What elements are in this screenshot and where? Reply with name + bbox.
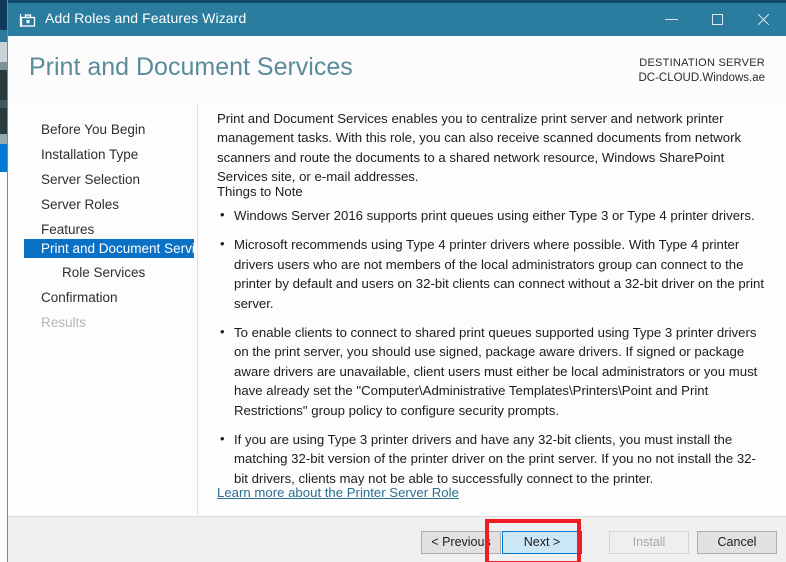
sidebar-item-features[interactable]: Features (24, 220, 194, 239)
learn-more-link[interactable]: Learn more about the Printer Server Role (217, 485, 459, 500)
sidebar-item-confirmation[interactable]: Confirmation (24, 288, 194, 307)
list-item: If you are using Type 3 printer drivers … (217, 429, 769, 488)
wizard-body: Before You Begin Installation Type Serve… (8, 102, 786, 517)
install-button: Install (609, 531, 689, 554)
minimize-button[interactable] (648, 3, 694, 36)
sidebar-item-installation-type[interactable]: Installation Type (24, 145, 194, 164)
previous-button[interactable]: < Previous (421, 531, 501, 554)
next-button[interactable]: Next > (502, 531, 582, 554)
wizard-footer: < Previous Next > Install Cancel (8, 516, 786, 562)
sidebar-item-role-services[interactable]: Role Services (24, 263, 194, 282)
title-bar[interactable]: Add Roles and Features Wizard (8, 3, 786, 36)
minimize-icon (664, 19, 678, 20)
maximize-button[interactable] (694, 3, 740, 36)
destination-server-name: DC-CLOUD.Windows.ae (638, 72, 765, 84)
sidebar-item-server-selection[interactable]: Server Selection (24, 170, 194, 189)
sidebar-item-before-you-begin[interactable]: Before You Begin (24, 120, 194, 139)
screenshot-root: Add Roles and Features Wizard Print and … (0, 0, 786, 562)
wizard-window: Add Roles and Features Wizard Print and … (7, 0, 786, 562)
page-header: Print and Document Services DESTINATION … (8, 36, 786, 102)
intro-paragraph: Print and Document Services enables you … (217, 111, 742, 185)
window-title: Add Roles and Features Wizard (45, 10, 247, 26)
close-icon (756, 13, 770, 27)
sidebar-item-results: Results (41, 315, 87, 330)
server-manager-toolbox-icon (19, 11, 37, 29)
maximize-icon (711, 14, 723, 25)
destination-server-block: DESTINATION SERVER DC-CLOUD.Windows.ae (638, 56, 765, 86)
close-button[interactable] (740, 3, 786, 36)
page-title: Print and Document Services (29, 53, 353, 81)
things-to-note-heading: Things to Note (217, 184, 303, 199)
notes-list: Windows Server 2016 supports print queue… (217, 205, 769, 498)
nav-content-divider (197, 104, 198, 515)
destination-server-label: DESTINATION SERVER (639, 57, 765, 69)
cancel-button[interactable]: Cancel (697, 531, 777, 554)
sidebar-item-print-and-document-services[interactable]: Print and Document Servi... (24, 239, 194, 258)
list-item: Windows Server 2016 supports print queue… (217, 205, 769, 225)
wizard-content: Print and Document Services enables you … (210, 102, 770, 517)
list-item: To enable clients to connect to shared p… (217, 322, 769, 420)
sidebar-item-server-roles[interactable]: Server Roles (24, 195, 194, 214)
wizard-step-nav: Before You Begin Installation Type Serve… (8, 102, 197, 517)
list-item: Microsoft recommends using Type 4 printe… (217, 234, 769, 313)
